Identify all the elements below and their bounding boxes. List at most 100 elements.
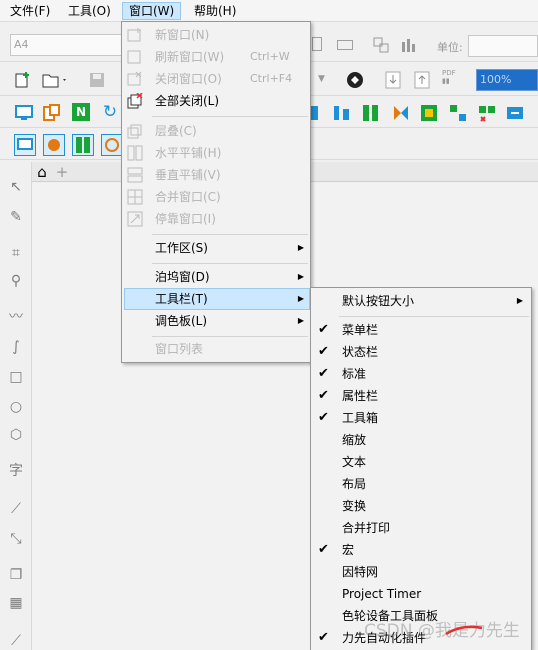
copy-orange-icon[interactable] [43,104,61,122]
submenu-item-internet[interactable]: 因特网 [313,561,529,583]
submenu-arrow-icon: ▶ [297,316,304,325]
submenu-item-label: 变换 [342,499,367,513]
menu-item-window-list[interactable]: 窗口列表 [124,338,310,360]
distribute-blue-icon[interactable] [333,104,351,122]
menu-item-label: 窗口列表 [155,342,204,356]
polygon-tool-icon[interactable]: ⬡ [7,426,25,444]
new-document-icon[interactable] [14,71,32,89]
corel-connect-icon[interactable] [346,71,364,89]
shape-tool-icon[interactable]: ✎ [7,208,25,226]
square-green-icon[interactable] [420,104,438,122]
save-icon[interactable] [88,71,106,89]
tile-vertical-icon [127,167,143,183]
submenu-item-print-merge[interactable]: 合并打印 [313,517,529,539]
menu-separator [339,316,529,317]
menu-item-refresh-window[interactable]: 刷新窗口(W) Ctrl+W [124,46,310,68]
ellipse-tool-icon[interactable]: ○ [7,398,25,416]
menu-item-combine-windows[interactable]: 合并窗口(C) [124,186,310,208]
open-folder-icon[interactable] [42,71,66,89]
brain-icon[interactable] [43,134,65,156]
submenu-item-zoom[interactable]: 缩放 [313,429,529,451]
submenu-item-statusbar[interactable]: ✔ 状态栏 [313,341,529,363]
menu-file[interactable]: 文件(F) [4,2,56,20]
checkmark-icon: ✔ [318,542,329,557]
rectangle-tool-icon[interactable]: □ [7,368,25,386]
zoom-tool-icon[interactable]: ⚲ [7,272,25,290]
split-icon[interactable] [478,104,496,122]
submenu-item-project-timer[interactable]: Project Timer [313,583,529,605]
menu-item-shortcut: Ctrl+F4 [250,72,293,85]
submenu-item-label: 标准 [342,367,367,381]
submenu-item-toolbox[interactable]: ✔ 工具箱 [313,407,529,429]
menu-help[interactable]: 帮助(H) [188,2,242,20]
submenu-item-property-bar[interactable]: ✔ 属性栏 [313,385,529,407]
export-icon[interactable] [413,70,431,89]
menu-item-dockers[interactable]: 泊坞窗(D) ▶ [124,266,310,288]
submenu-item-layout[interactable]: 布局 [313,473,529,495]
eyedropper-tool-icon[interactable]: ⟋ [7,632,25,650]
submenu-item-standard[interactable]: ✔ 标准 [313,363,529,385]
submenu-item-transform[interactable]: 变换 [313,495,529,517]
tile-horizontal-icon [127,145,143,161]
menu-item-workspace[interactable]: 工作区(S) ▶ [124,237,310,259]
submenu-item-label: 默认按钮大小 [342,294,415,308]
menu-item-label: 水平平铺(H) [155,146,222,160]
dimension-tool-icon[interactable]: ⟋ [7,500,25,518]
text-tool-icon[interactable]: 字 [7,462,25,480]
menu-item-cascade[interactable]: 层叠(C) [124,120,310,142]
portrait-icon[interactable] [312,37,322,51]
menu-item-toolbars[interactable]: 工具栏(T) ▶ [124,288,310,310]
submenu-arrow-icon: ▶ [297,294,304,303]
submenu-arrow-icon: ▶ [297,272,304,281]
menu-item-close-window[interactable]: 关闭窗口(O) Ctrl+F4 [124,68,310,90]
grid-color-icon[interactable] [449,104,467,122]
menu-item-label: 调色板(L) [155,314,208,328]
menu-item-tile-horizontal[interactable]: 水平平铺(H) [124,142,310,164]
unit-select[interactable] [468,35,538,57]
bar-chart-icon[interactable] [400,36,418,54]
zoom-level-select[interactable]: 100% [476,69,538,91]
transparency-tool-icon[interactable]: ▦ [7,594,25,612]
refresh-icon[interactable]: ↻ [101,103,119,121]
monitor-icon[interactable] [15,104,33,122]
paper-size-select[interactable]: A4 [10,34,122,56]
menu-item-close-all[interactable]: 全部关闭(L) [124,90,310,112]
merge-blue-icon[interactable] [506,104,524,122]
toolbox: ↖ ✎ ⌗ ⚲ 〰 ∫ □ ○ ⬡ 字 ⟋ ⤡ ❐ ▦ ⟋ [0,162,32,650]
dropdown-arrow-icon[interactable]: ▼ [318,74,336,92]
pick-tool-icon[interactable]: ↖ [7,178,25,196]
menu-item-new-window[interactable]: 新窗口(N) [124,24,310,46]
columns-green-icon[interactable] [362,104,380,122]
menu-tools[interactable]: 工具(O) [62,2,117,20]
submenu-item-default-button-size[interactable]: 默认按钮大小 ▶ [313,290,529,312]
menu-item-dock-windows[interactable]: 停靠窗口(I) [124,208,310,230]
menu-item-label: 垂直平铺(V) [155,168,221,182]
arrows-icon[interactable] [392,104,410,122]
unit-label: 单位: [437,41,463,54]
home-tab-icon[interactable]: ⌂ [34,162,50,182]
submenu-item-macros[interactable]: ✔ 宏 [313,539,529,561]
all-pages-icon[interactable] [372,36,390,54]
connector-tool-icon[interactable]: ⤡ [7,530,25,548]
circle-button-icon[interactable] [101,134,123,156]
menu-item-color-palettes[interactable]: 调色板(L) ▶ [124,310,310,332]
freehand-tool-icon[interactable]: 〰 [7,308,25,326]
shadow-tool-icon[interactable]: ❐ [7,566,25,584]
import-icon[interactable] [384,70,402,89]
crop-tool-icon[interactable]: ⌗ [7,244,25,262]
menu-item-tile-vertical[interactable]: 垂直平铺(V) [124,164,310,186]
submenu-item-menubar[interactable]: ✔ 菜单栏 [313,319,529,341]
columns-button-icon[interactable] [72,134,94,156]
landscape-icon[interactable] [337,40,353,50]
menu-separator [152,263,308,264]
artistic-media-icon[interactable]: ∫ [7,338,25,356]
pdf-export-icon[interactable]: PDF ▮▮ [442,69,460,87]
n-plugin-icon[interactable]: N [72,103,90,121]
combine-windows-icon [127,189,143,205]
submenu-item-text[interactable]: 文本 [313,451,529,473]
submenu-item-label: Project Timer [342,587,422,601]
menu-item-label: 泊坞窗(D) [155,270,210,284]
screen-button-icon[interactable] [14,134,36,156]
new-tab-icon[interactable]: + [54,162,70,182]
menu-window[interactable]: 窗口(W) [122,2,182,20]
